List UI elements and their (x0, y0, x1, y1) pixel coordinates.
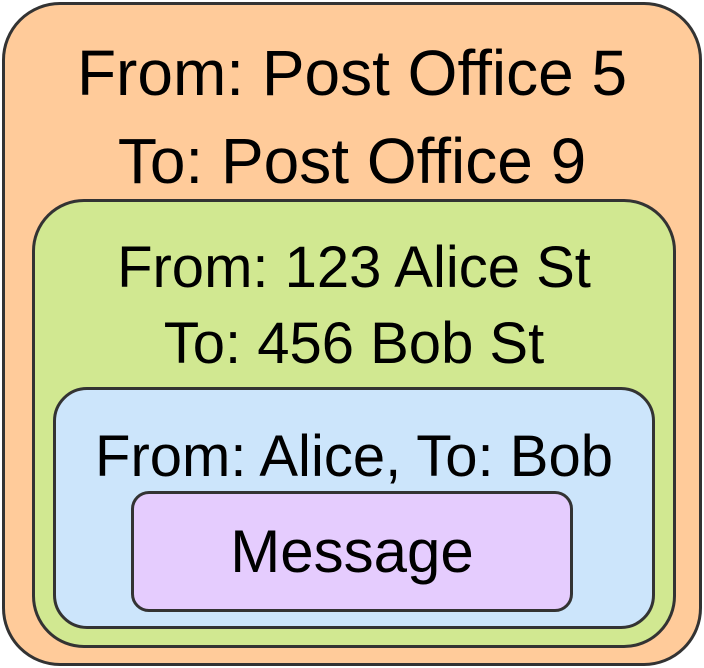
post-office-envelope: From: Post Office 5 To: Post Office 9 Fr… (2, 2, 702, 666)
message-box: Message (131, 491, 573, 612)
street-to-label: To: 456 Bob St (163, 311, 545, 376)
post-office-to-label: To: Post Office 9 (117, 125, 587, 197)
person-from-to-label: From: Alice, To: Bob (95, 424, 613, 489)
street-address-envelope: From: 123 Alice St To: 456 Bob St From: … (32, 199, 676, 648)
post-office-from-label: From: Post Office 5 (76, 37, 628, 109)
street-from-label: From: 123 Alice St (117, 235, 591, 300)
person-envelope: From: Alice, To: Bob Message (53, 387, 655, 629)
message-label: Message (230, 518, 474, 585)
